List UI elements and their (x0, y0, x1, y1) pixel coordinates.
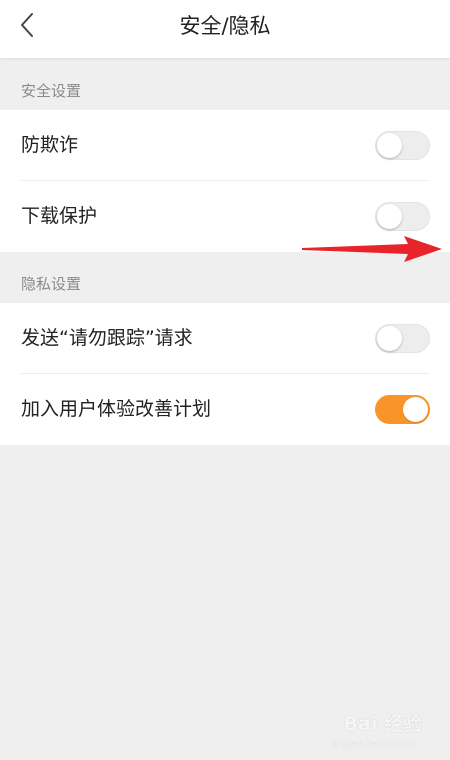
red-arrow-annotation (300, 236, 445, 266)
back-button[interactable] (12, 9, 42, 45)
setting-label: 加入用户体验改善计划 (21, 398, 212, 420)
do-not-track-toggle[interactable] (375, 324, 430, 353)
download-protection-toggle[interactable] (375, 202, 430, 231)
page-title: 安全/隐私 (179, 14, 271, 38)
toggle-knob (403, 397, 428, 422)
user-experience-toggle[interactable] (375, 395, 430, 424)
setting-label: 发送“请勿跟踪”请求 (21, 327, 193, 349)
section-label-privacy: 隐私设置 (21, 275, 82, 293)
arrow-shape (302, 236, 442, 262)
setting-row-do-not-track[interactable]: 发送“请勿跟踪”请求 (0, 303, 450, 374)
toggle-knob (377, 204, 402, 229)
anti-fraud-toggle[interactable] (375, 131, 430, 160)
setting-row-user-experience[interactable]: 加入用户体验改善计划 (0, 374, 450, 445)
settings-screen: 安全/隐私 安全设置 防欺诈 下载保护 隐私设置 发送“请勿跟踪”请求 加入用户… (0, 0, 450, 760)
toggle-knob (377, 326, 402, 351)
chevron-left-icon (20, 12, 34, 42)
security-settings-group: 防欺诈 下载保护 (0, 110, 450, 252)
watermark-logo: Bai 经验 (343, 713, 422, 735)
setting-label: 下载保护 (21, 205, 98, 227)
privacy-settings-group: 发送“请勿跟踪”请求 加入用户体验改善计划 (0, 303, 450, 445)
setting-row-anti-fraud[interactable]: 防欺诈 (0, 110, 450, 181)
section-label-security: 安全设置 (21, 82, 82, 100)
top-bar: 安全/隐私 (0, 0, 450, 58)
watermark-url: jingyan.baidu.com (330, 740, 414, 750)
setting-label: 防欺诈 (21, 134, 79, 156)
toggle-knob (377, 133, 402, 158)
